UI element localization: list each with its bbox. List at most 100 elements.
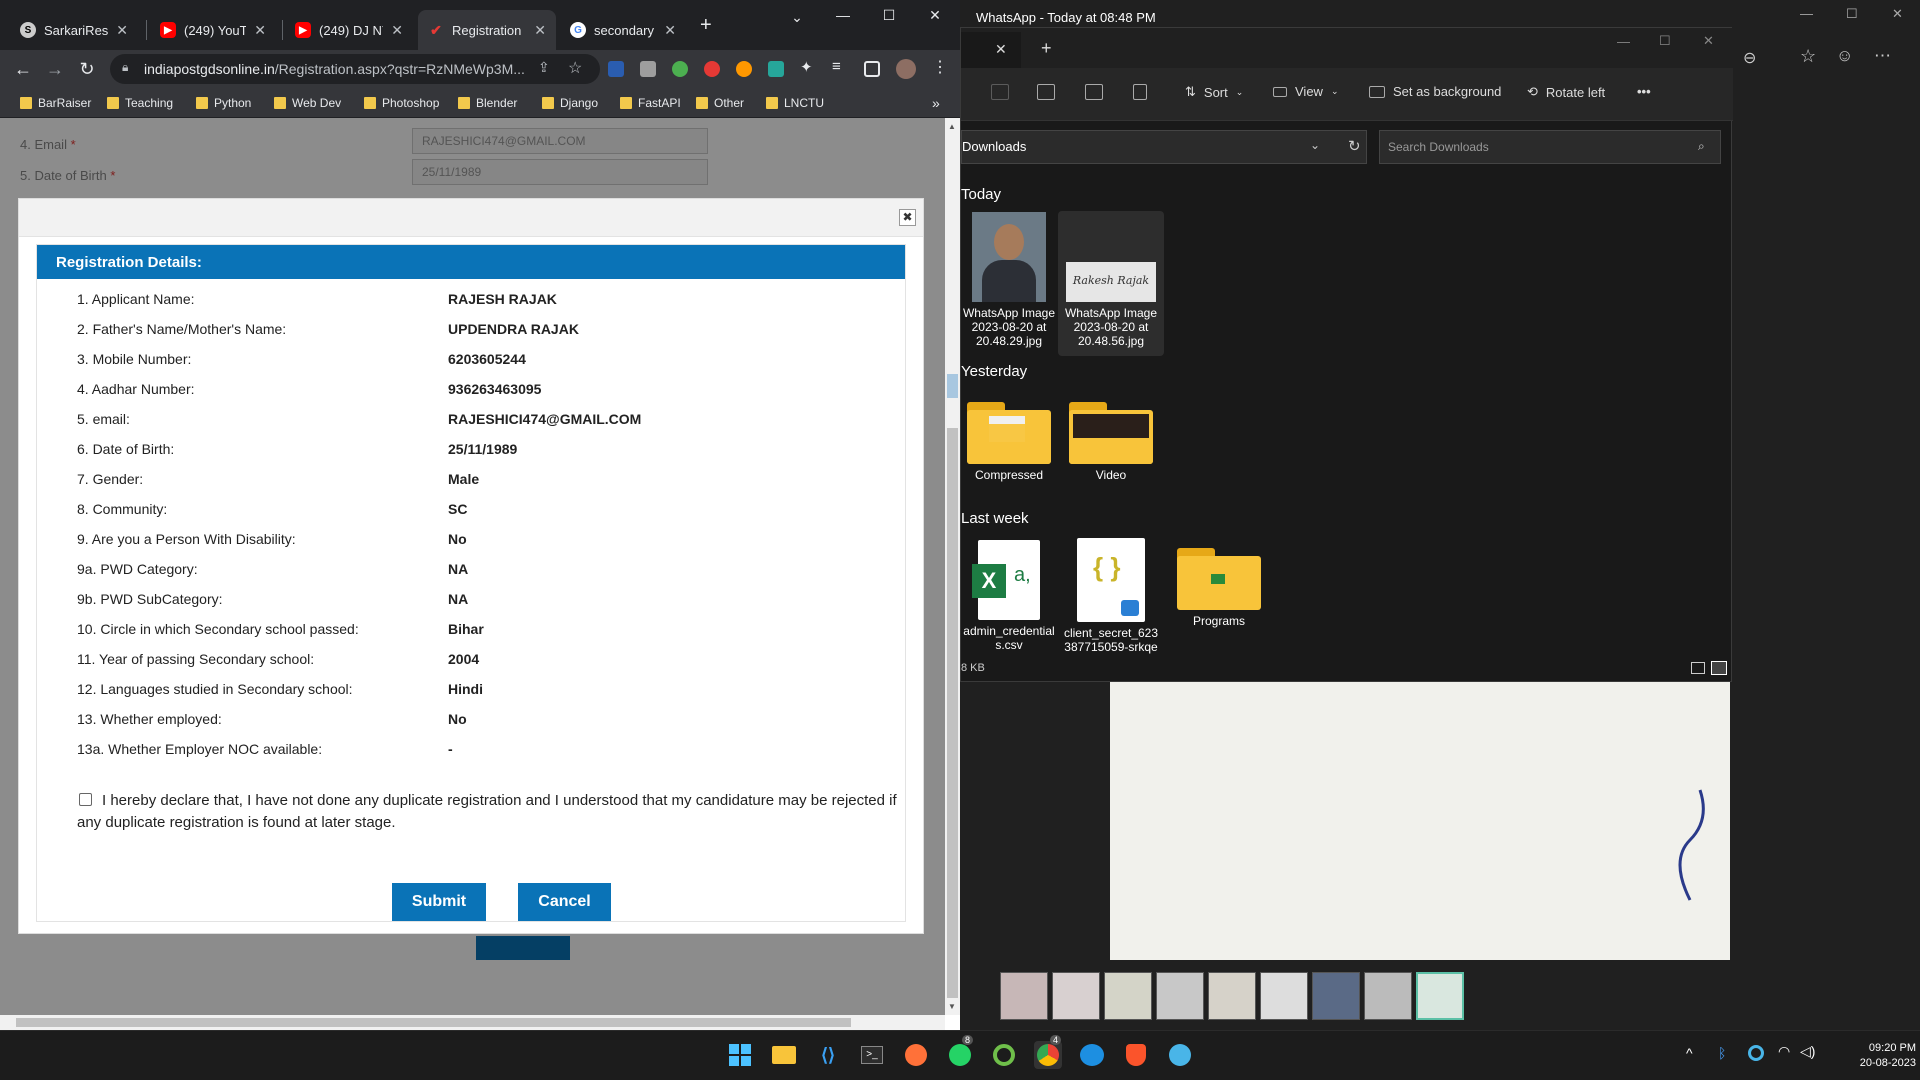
bookmark-folder[interactable]: BarRaiser [20, 94, 91, 112]
horizontal-scrollbar[interactable] [0, 1015, 945, 1030]
bookmark-folder[interactable]: Django [542, 94, 598, 112]
whatsapp-icon[interactable]: 8 [946, 1035, 974, 1069]
folder-programs[interactable]: Programs [1169, 548, 1269, 628]
bookmark-folder[interactable]: Photoshop [364, 94, 439, 112]
side-panel-icon[interactable] [864, 61, 880, 77]
bookmark-folder[interactable]: Other [696, 94, 744, 112]
declaration-checkbox[interactable] [79, 793, 92, 806]
close-window-button[interactable]: ✕ [1892, 6, 1903, 22]
tray-app-icon[interactable] [1748, 1045, 1764, 1061]
new-tab-button[interactable]: + [1041, 38, 1052, 59]
file-item-csv[interactable]: X a, admin_credential s.csv [959, 540, 1059, 652]
close-window-button[interactable]: ✕ [1703, 33, 1714, 49]
more-menu-icon[interactable]: ⋮ [932, 57, 948, 76]
share-icon[interactable] [1085, 84, 1103, 100]
reload-icon[interactable]: ↻ [72, 54, 102, 84]
extension-icon[interactable] [704, 61, 720, 77]
cancel-button[interactable]: Cancel [518, 883, 611, 921]
bookmark-star-icon[interactable]: ☆ [568, 58, 582, 78]
volume-icon[interactable]: ◁) [1800, 1043, 1815, 1060]
minimize-button[interactable]: — [1800, 6, 1813, 21]
maximize-button[interactable]: ☐ [1659, 33, 1671, 49]
thumbnail[interactable] [1260, 972, 1308, 1020]
vertical-scrollbar[interactable]: ▲ ▼ [945, 118, 960, 1015]
minimize-button[interactable]: — [820, 0, 866, 30]
scrollbar-thumb[interactable] [16, 1018, 851, 1027]
thumbnail[interactable] [1000, 972, 1048, 1020]
brave-icon[interactable] [1122, 1041, 1150, 1069]
extension-icon[interactable] [736, 61, 752, 77]
close-icon[interactable]: ✖ [899, 209, 916, 226]
more-options-icon[interactable]: ⋯ [1874, 46, 1891, 66]
close-tab-icon[interactable]: ✕ [116, 22, 128, 39]
close-tab-icon[interactable]: ✕ [254, 22, 266, 39]
thumbnail-selected[interactable] [1416, 972, 1464, 1020]
submit-button[interactable]: Submit [392, 883, 486, 921]
minimize-button[interactable]: — [1617, 34, 1630, 49]
copy-icon[interactable] [991, 84, 1009, 100]
file-item-whatsapp-image-2[interactable]: Rakesh Rajak WhatsApp Image 2023-08-20 at… [1061, 212, 1161, 348]
terminal-icon[interactable]: >_ [858, 1041, 886, 1069]
favorite-icon[interactable]: ☆ [1800, 46, 1816, 67]
rotate-left-button[interactable]: ⟲ Rotate left [1527, 84, 1605, 100]
address-bar[interactable]: Downloads ⌄ ↻ [961, 130, 1367, 164]
chrome-icon[interactable]: 4 [1034, 1035, 1062, 1069]
system-clock[interactable]: 09:20 PM 20-08-2023 [1836, 1041, 1916, 1071]
close-tab-icon[interactable]: ✕ [534, 22, 546, 39]
puzzle-icon[interactable]: ✦ [800, 58, 816, 76]
windows-start-icon[interactable] [726, 1041, 754, 1069]
bookmark-folder[interactable]: FastAPI [620, 94, 681, 112]
bookmark-folder[interactable]: LNCTU [766, 94, 824, 112]
thumbnail[interactable] [1208, 972, 1256, 1020]
close-tab-icon[interactable]: ✕ [961, 32, 1021, 68]
forward-icon[interactable]: → [40, 54, 70, 84]
thumbnail[interactable] [1312, 972, 1360, 1020]
share-icon[interactable]: ⇪ [538, 59, 550, 76]
bookmark-folder[interactable]: Web Dev [274, 94, 341, 112]
app-icon[interactable] [990, 1041, 1018, 1069]
chevron-down-icon[interactable]: ⌄ [1310, 138, 1320, 152]
bluetooth-icon[interactable]: ᛒ [1718, 1045, 1726, 1061]
bookmark-folder[interactable]: Blender [458, 94, 517, 112]
close-tab-icon[interactable]: ✕ [391, 22, 403, 39]
refresh-icon[interactable]: ↻ [1348, 137, 1361, 155]
file-explorer-icon[interactable] [770, 1041, 798, 1069]
thumbnail[interactable] [1156, 972, 1204, 1020]
bookmark-folder[interactable]: Python [196, 94, 251, 112]
extension-icon[interactable] [672, 61, 688, 77]
file-item-json[interactable]: { } client_secret_623 387715059-srkqe [1061, 538, 1161, 654]
tab-youtube-1[interactable]: ▶ (249) YouTube ✕ [150, 10, 276, 50]
new-tab-button[interactable]: + [700, 14, 712, 37]
back-icon[interactable]: ← [8, 54, 38, 84]
vscode-icon[interactable]: ⟨⟩ [814, 1041, 842, 1069]
maximize-button[interactable]: ☐ [866, 0, 912, 30]
set-as-background-button[interactable]: Set as background [1369, 84, 1501, 99]
maximize-button[interactable]: ☐ [1846, 6, 1858, 22]
avatar[interactable] [896, 59, 916, 79]
rename-icon[interactable] [1037, 84, 1055, 100]
tab-search-icon[interactable]: ⌄ [774, 2, 820, 32]
firefox-icon[interactable] [902, 1041, 930, 1069]
tiles-view-icon[interactable] [1711, 661, 1727, 675]
address-bar[interactable]: 🔒︎ indiapostgdsonline.in/Registration.as… [110, 54, 600, 84]
thumbnail[interactable] [1104, 972, 1152, 1020]
tab-registration[interactable]: ✔ Registration ✕ [418, 10, 556, 50]
view-button[interactable]: View ⌄ [1273, 84, 1339, 99]
tab-google-search[interactable]: G secondary sc ✕ [560, 10, 686, 50]
more-options-button[interactable]: ••• [1637, 84, 1651, 99]
delete-icon[interactable] [1133, 84, 1147, 100]
extension-icon[interactable] [640, 61, 656, 77]
zoom-out-icon[interactable]: ⊖ [1743, 48, 1756, 68]
thumbnail[interactable] [1052, 972, 1100, 1020]
details-view-icon[interactable] [1691, 662, 1705, 674]
folder-compressed[interactable]: Compressed [959, 402, 1059, 482]
cloud-app-icon[interactable] [1078, 1041, 1106, 1069]
file-item-whatsapp-image-1[interactable]: WhatsApp Image 2023-08-20 at 20.48.29.jpg [959, 212, 1059, 348]
search-input[interactable]: Search Downloads ⌕ [1379, 130, 1721, 164]
close-window-button[interactable]: ✕ [912, 0, 958, 30]
extension-icon[interactable] [608, 61, 624, 77]
tab-youtube-2[interactable]: ▶ (249) DJ NYK ✕ [285, 10, 413, 50]
sort-button[interactable]: ⇅ Sort ⌄ [1185, 84, 1243, 100]
bookmark-folder[interactable]: Teaching [107, 94, 173, 112]
folder-video[interactable]: Video [1061, 402, 1161, 482]
